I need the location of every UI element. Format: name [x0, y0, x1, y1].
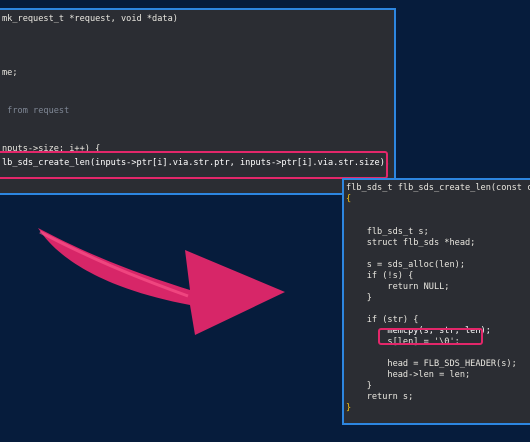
function-signature-line: flb_sds_t flb_sds_create_len(const char	[346, 183, 530, 193]
code-line: {	[346, 194, 352, 204]
highlight-box-memcpy	[378, 328, 483, 345]
code-line: return NULL;	[346, 282, 450, 292]
function-definition-panel: flb_sds_t flb_sds_create_len(const char …	[342, 178, 530, 425]
code-line: mk_request_t *request, void *data)	[2, 14, 178, 24]
highlight-box-call	[0, 151, 388, 179]
code-line: s = sds_alloc(len);	[346, 260, 465, 270]
code-line: flb_sds_t s;	[346, 227, 429, 237]
caller-code-panel: mk_request_t *request, void *data) me; f…	[0, 8, 396, 195]
code-line: me;	[2, 68, 18, 78]
code-line: }	[346, 381, 372, 391]
code-line: head->len = len;	[346, 370, 471, 380]
code-line: }	[346, 403, 352, 413]
code-line: }	[346, 293, 372, 303]
code-line: if (str) {	[346, 315, 419, 325]
code-line: struct flb_sds *head;	[346, 238, 476, 248]
comment-line: from request	[2, 106, 70, 116]
code-line: return s;	[346, 392, 414, 402]
arrow-body	[38, 228, 285, 335]
code-line: head = FLB_SDS_HEADER(s);	[346, 359, 517, 369]
code-line: if (!s) {	[346, 271, 414, 281]
